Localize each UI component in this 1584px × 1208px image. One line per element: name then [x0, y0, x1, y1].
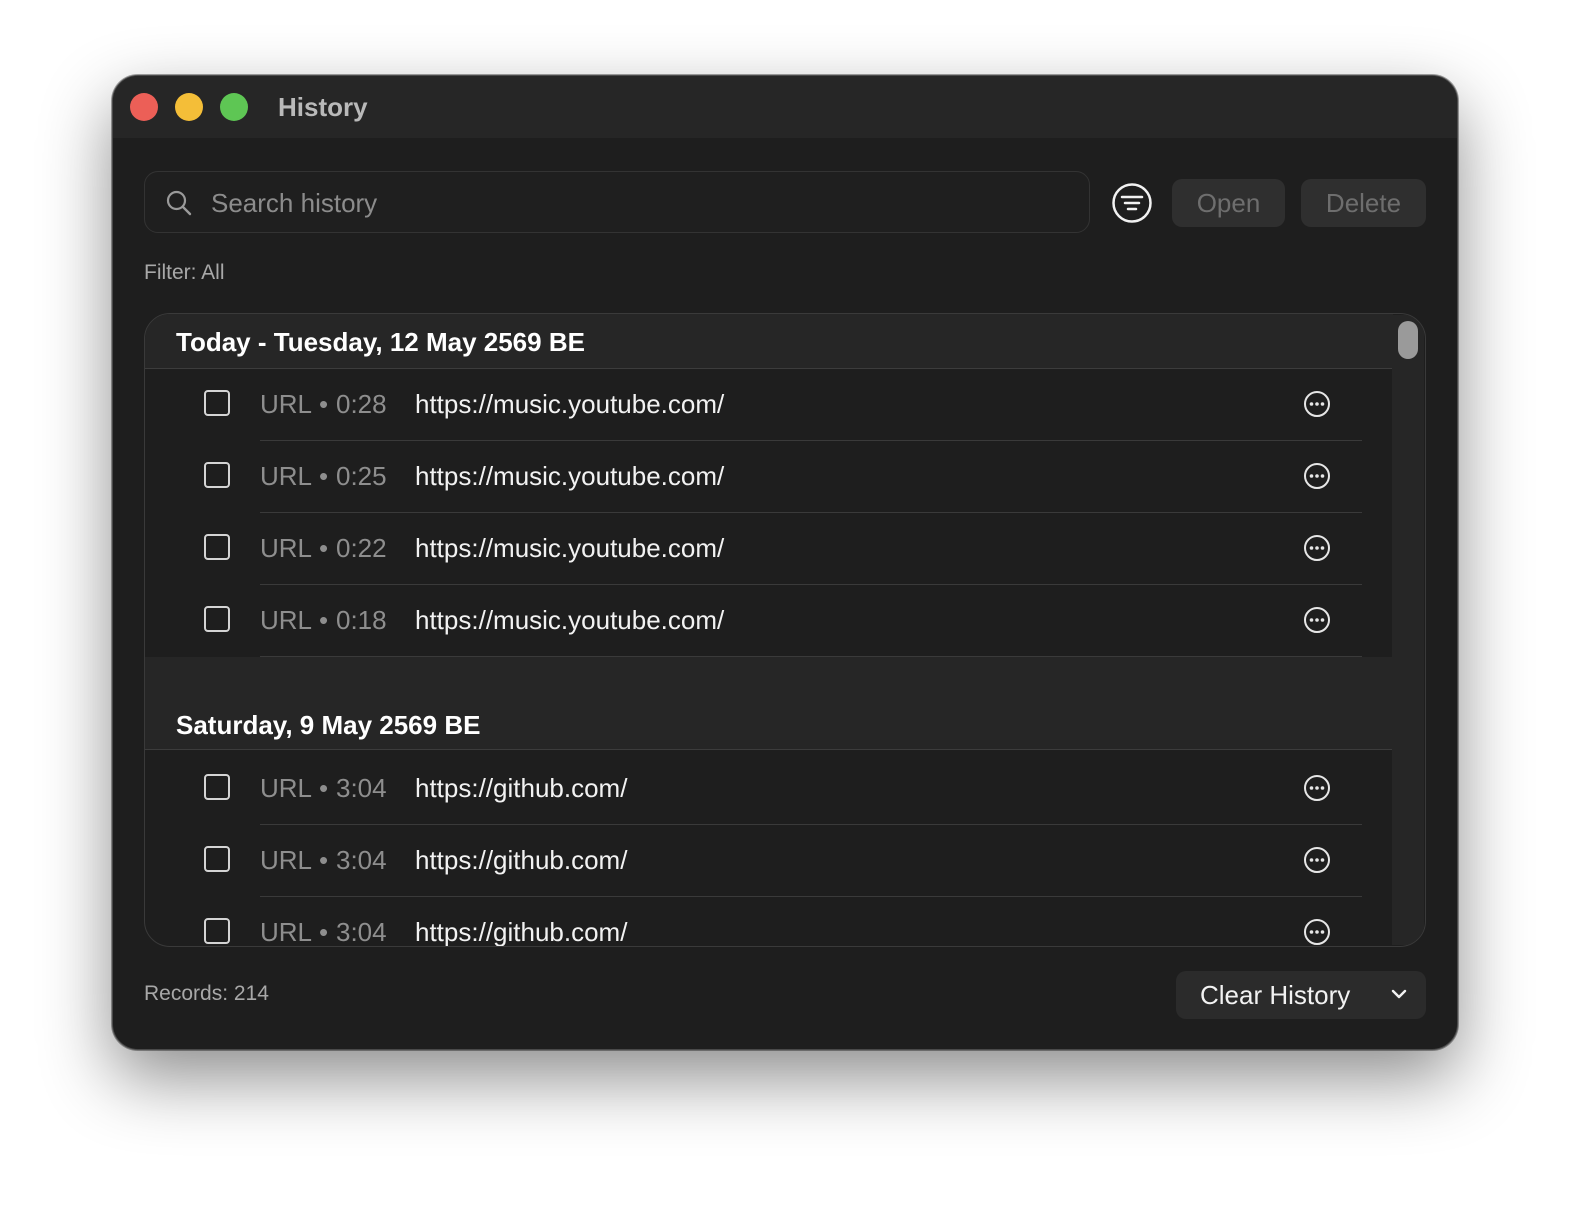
row-time: 3:04	[336, 845, 387, 875]
row-time: 3:04	[336, 773, 387, 803]
more-options-icon[interactable]	[1303, 918, 1331, 946]
row-separator: •	[319, 773, 329, 803]
history-row[interactable]: URL • 3:04 https://github.com/	[145, 825, 1393, 897]
filter-icon[interactable]	[1111, 182, 1153, 224]
vertical-scrollbar[interactable]	[1392, 315, 1424, 945]
row-separator: •	[319, 605, 329, 635]
filter-status-label: Filter: All	[144, 261, 225, 284]
row-kind: URL	[260, 389, 313, 419]
row-url[interactable]: https://github.com/	[415, 917, 627, 946]
scrollbar-thumb[interactable]	[1398, 321, 1418, 359]
chevron-down-icon	[1391, 989, 1407, 999]
row-separator: •	[319, 533, 329, 563]
more-options-icon[interactable]	[1303, 462, 1331, 490]
row-time: 0:28	[336, 389, 387, 419]
open-button[interactable]: Open	[1172, 179, 1285, 227]
row-checkbox[interactable]	[204, 462, 230, 488]
row-time: 0:25	[336, 461, 387, 491]
history-row[interactable]: URL • 0:22 https://music.youtube.com/	[145, 513, 1393, 585]
history-row[interactable]: URL • 0:18 https://music.youtube.com/	[145, 585, 1393, 657]
row-kind: URL	[260, 917, 313, 947]
more-options-icon[interactable]	[1303, 846, 1331, 874]
more-options-icon[interactable]	[1303, 774, 1331, 802]
clear-history-label: Clear History	[1200, 980, 1351, 1010]
section-header-saturday: Saturday, 9 May 2569 BE	[145, 707, 1393, 750]
row-separator: •	[319, 461, 329, 491]
history-row[interactable]: URL • 0:28 https://music.youtube.com/	[145, 369, 1393, 441]
more-options-icon[interactable]	[1303, 390, 1331, 418]
title-bar[interactable]: History	[113, 76, 1457, 138]
more-options-icon[interactable]	[1303, 534, 1331, 562]
close-window-button[interactable]	[130, 93, 158, 121]
clear-history-button[interactable]: Clear History	[1176, 971, 1426, 1019]
history-row[interactable]: URL • 3:04 https://github.com/	[145, 753, 1393, 825]
section-header-today: Today - Tuesday, 12 May 2569 BE	[145, 314, 1393, 369]
section-title: Saturday, 9 May 2569 BE	[176, 710, 481, 740]
history-row[interactable]: URL • 3:04 https://github.com/	[145, 897, 1393, 947]
row-separator: •	[319, 389, 329, 419]
row-kind: URL	[260, 461, 313, 491]
section-gap	[145, 657, 1393, 707]
row-url[interactable]: https://music.youtube.com/	[415, 605, 724, 636]
row-checkbox[interactable]	[204, 918, 230, 944]
more-options-icon[interactable]	[1303, 606, 1331, 634]
row-separator: •	[319, 845, 329, 875]
delete-button[interactable]: Delete	[1301, 179, 1426, 227]
row-url[interactable]: https://music.youtube.com/	[415, 389, 724, 420]
records-count: Records: 214	[144, 982, 269, 1005]
row-kind: URL	[260, 773, 313, 803]
section-title: Today - Tuesday, 12 May 2569 BE	[176, 327, 585, 357]
row-url[interactable]: https://github.com/	[415, 773, 627, 804]
search-input[interactable]	[209, 172, 1073, 234]
maximize-window-button[interactable]	[220, 93, 248, 121]
minimize-window-button[interactable]	[175, 93, 203, 121]
row-checkbox[interactable]	[204, 534, 230, 560]
row-url[interactable]: https://music.youtube.com/	[415, 461, 724, 492]
row-time: 0:22	[336, 533, 387, 563]
row-time: 0:18	[336, 605, 387, 635]
window-title: History	[278, 92, 368, 122]
row-url[interactable]: https://github.com/	[415, 845, 627, 876]
row-kind: URL	[260, 845, 313, 875]
row-url[interactable]: https://music.youtube.com/	[415, 533, 724, 564]
history-row[interactable]: URL • 0:25 https://music.youtube.com/	[145, 441, 1393, 513]
row-kind: URL	[260, 605, 313, 635]
row-kind: URL	[260, 533, 313, 563]
history-window: History Open Delete Filter: All Today - …	[112, 75, 1458, 1050]
row-time: 3:04	[336, 917, 387, 947]
search-icon	[166, 190, 192, 216]
history-list[interactable]: Today - Tuesday, 12 May 2569 BE URL • 0:…	[144, 313, 1426, 947]
row-checkbox[interactable]	[204, 846, 230, 872]
row-separator: •	[319, 917, 329, 947]
row-checkbox[interactable]	[204, 606, 230, 632]
row-checkbox[interactable]	[204, 774, 230, 800]
search-field[interactable]	[144, 171, 1090, 234]
row-checkbox[interactable]	[204, 390, 230, 416]
